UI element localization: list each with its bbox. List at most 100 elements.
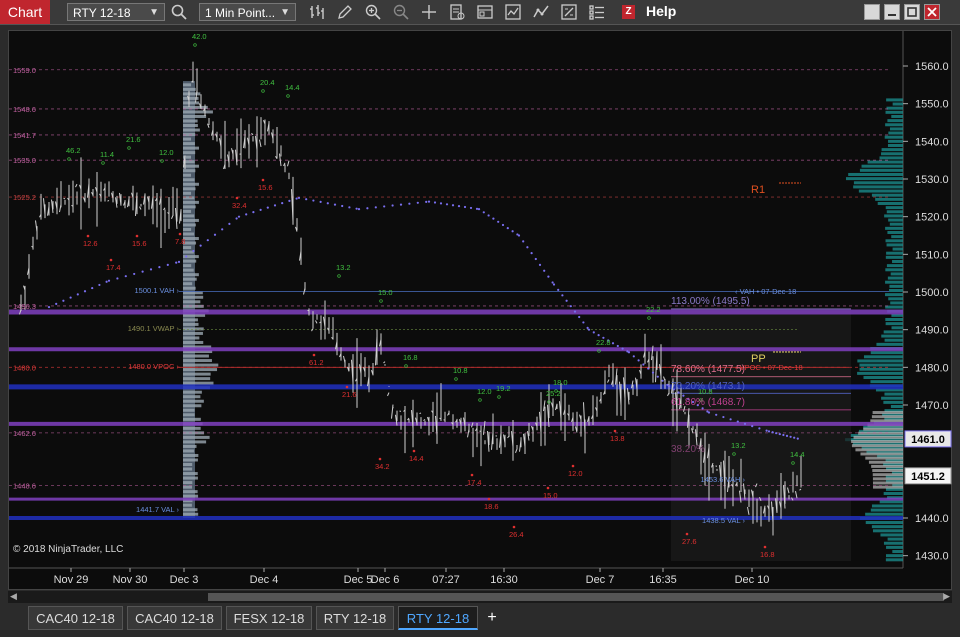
scroll-right-icon[interactable]: ▶ xyxy=(943,591,950,602)
tab-rty-active[interactable]: RTY 12-18 xyxy=(398,606,478,630)
vpoc-dec7-label: ‹ VPOC • 07-Dec-18 xyxy=(735,363,803,372)
bar-label-high: 13.2 xyxy=(731,441,746,450)
fib-382-label: 38.20% xyxy=(671,444,705,455)
chevron-down-icon: ▼ xyxy=(280,7,290,18)
fib-113-label: 113.00% (1495.5) xyxy=(671,296,750,307)
time-axis-label: Dec 5 xyxy=(344,574,373,586)
instrument-selector[interactable]: RTY 12-18 ▼ xyxy=(67,3,165,21)
price-axis[interactable]: 1560.0 1550.0 1540.0 1530.0 1520.0 1510.0 1500… xyxy=(903,61,952,563)
templates-icon[interactable] xyxy=(560,3,578,21)
price-axis-label: 1451.2 xyxy=(911,471,945,483)
left-level-label: 1462.6 xyxy=(13,429,36,438)
window-option-button[interactable] xyxy=(864,4,880,20)
left-level-labels: 1559.0 1548.6 1541.7 1535.0 1525.2 1496.3 1480… xyxy=(13,66,36,491)
bar-label-low: 34.2 xyxy=(375,462,390,471)
tab-fesx[interactable]: FESX 12-18 xyxy=(226,606,312,630)
properties-icon[interactable] xyxy=(476,3,494,21)
time-axis-label: 07:27 xyxy=(432,574,460,586)
pencil-icon[interactable] xyxy=(336,3,354,21)
left-level-label: 1496.3 xyxy=(13,302,36,311)
zoom-out-icon[interactable] xyxy=(392,3,410,21)
maximize-button[interactable] xyxy=(904,4,920,20)
bar-label-high: 42.0 xyxy=(192,32,207,41)
toolbar: Chart RTY 12-18 ▼ 1 Min Point... ▼ Z Hel… xyxy=(0,0,960,25)
drawing-objects-icon[interactable] xyxy=(588,3,606,21)
fib-618-label: 61.80% (1468.7) xyxy=(671,397,745,408)
left-level-label: 1559.0 xyxy=(13,66,36,75)
copyright-text: © 2018 NinjaTrader, LLC xyxy=(13,544,123,555)
bar-type-icon[interactable] xyxy=(308,3,326,21)
bar-label-low: 7.8 xyxy=(175,237,185,246)
scroll-left-icon[interactable]: ◀ xyxy=(10,591,17,602)
price-axis-label: 1440.0 xyxy=(915,513,949,525)
price-axis-label: 1461.0 xyxy=(911,434,945,446)
bar-label-low: 12.0 xyxy=(568,469,583,478)
data-box-icon[interactable] xyxy=(448,3,466,21)
bar-label-high: 46.2 xyxy=(66,146,81,155)
add-tab-button[interactable]: + xyxy=(482,606,502,630)
price-axis-label: 1510.0 xyxy=(915,249,949,261)
bar-label-low: 26.4 xyxy=(509,530,524,539)
bar-label-high: 12.0 xyxy=(159,148,174,157)
time-axis-label: Dec 6 xyxy=(371,574,400,586)
bar-label-high: 25.2 xyxy=(546,389,561,398)
help-menu[interactable]: Help xyxy=(646,3,676,19)
search-icon[interactable] xyxy=(170,3,188,21)
chevron-down-icon: ▼ xyxy=(149,7,159,18)
bar-label-high: 15.0 xyxy=(378,288,393,297)
z-logo-icon: Z xyxy=(622,5,635,19)
bar-label-high: 16.8 xyxy=(403,353,418,362)
tab-cac40-2[interactable]: CAC40 12-18 xyxy=(127,606,222,630)
time-axis-label: 16:35 xyxy=(649,574,677,586)
bar-label-low: 17.4 xyxy=(106,263,121,272)
bar-label-low: 21.6 xyxy=(342,390,357,399)
interval-selector[interactable]: 1 Min Point... ▼ xyxy=(199,3,296,21)
bar-label-low: 15.6 xyxy=(258,183,273,192)
bar-label-low: 27.6 xyxy=(682,537,697,546)
bar-label-low: 13.8 xyxy=(610,434,625,443)
scroll-thumb[interactable] xyxy=(208,593,944,601)
time-axis[interactable]: Nov 29 Nov 30 Dec 3 Dec 4 Dec 5Dec 6 07:27 16:… xyxy=(54,568,770,586)
bar-label-low: 32.4 xyxy=(232,201,247,210)
tab-rty-1[interactable]: RTY 12-18 xyxy=(316,606,394,630)
close-button[interactable] xyxy=(924,4,940,20)
crosshair-icon[interactable] xyxy=(420,3,438,21)
left-level-label: 1535.0 xyxy=(13,156,36,165)
bar-label-high: 10.8 xyxy=(453,366,468,375)
val2-label: 1438.5 VAL › xyxy=(702,516,745,525)
strategies-icon[interactable] xyxy=(504,3,522,21)
bar-label-low: 17.4 xyxy=(467,478,482,487)
vah-label: 1500.1 VAH › xyxy=(135,286,180,295)
price-axis-label: 1490.0 xyxy=(915,325,949,337)
vwap-label: 1490.1 VWAP › xyxy=(128,324,180,333)
bar-label-low: 14.4 xyxy=(409,454,424,463)
price-axis-label: 1480.0 xyxy=(915,362,949,374)
price-chart[interactable]: 1559.0 1548.6 1541.7 1535.0 1525.2 1496.3 1480… xyxy=(9,31,953,591)
chart-panel[interactable]: 1559.0 1548.6 1541.7 1535.0 1525.2 1496.3 1480… xyxy=(8,30,952,590)
bar-label-high: 18.0 xyxy=(553,378,568,387)
bar-label-high: 21.6 xyxy=(126,135,141,144)
price-axis-label: 1430.0 xyxy=(915,551,949,563)
minimize-button[interactable] xyxy=(884,4,900,20)
vpoc-label: 1480.0 VPOC › xyxy=(128,362,179,371)
time-axis-label: Nov 30 xyxy=(113,574,148,586)
bar-label-low: 16.8 xyxy=(760,550,775,559)
price-axis-label: 1540.0 xyxy=(915,136,949,148)
indicators-icon[interactable] xyxy=(532,3,550,21)
vah-dec7-label: ‹ VAH • 07-Dec-18 xyxy=(735,287,796,296)
time-axis-label: 16:30 xyxy=(490,574,518,586)
horizontal-scrollbar[interactable]: ◀ ▶ xyxy=(8,591,952,603)
bar-label-high: 20.4 xyxy=(260,78,275,87)
left-level-label: 1548.6 xyxy=(13,105,36,114)
price-axis-label: 1560.0 xyxy=(915,61,949,73)
price-axis-label: 1550.0 xyxy=(915,99,949,111)
time-axis-label: Dec 4 xyxy=(250,574,279,586)
bar-label-low: 18.6 xyxy=(484,502,499,511)
bar-label-high: 22.2 xyxy=(646,305,661,314)
interval-label: 1 Min Point... xyxy=(205,6,276,20)
zoom-in-icon[interactable] xyxy=(364,3,382,21)
left-level-label: 1480.0 xyxy=(13,363,36,372)
price-axis-label: 1520.0 xyxy=(915,212,949,224)
chart-tab[interactable]: Chart xyxy=(0,0,50,24)
tab-cac40-1[interactable]: CAC40 12-18 xyxy=(28,606,123,630)
